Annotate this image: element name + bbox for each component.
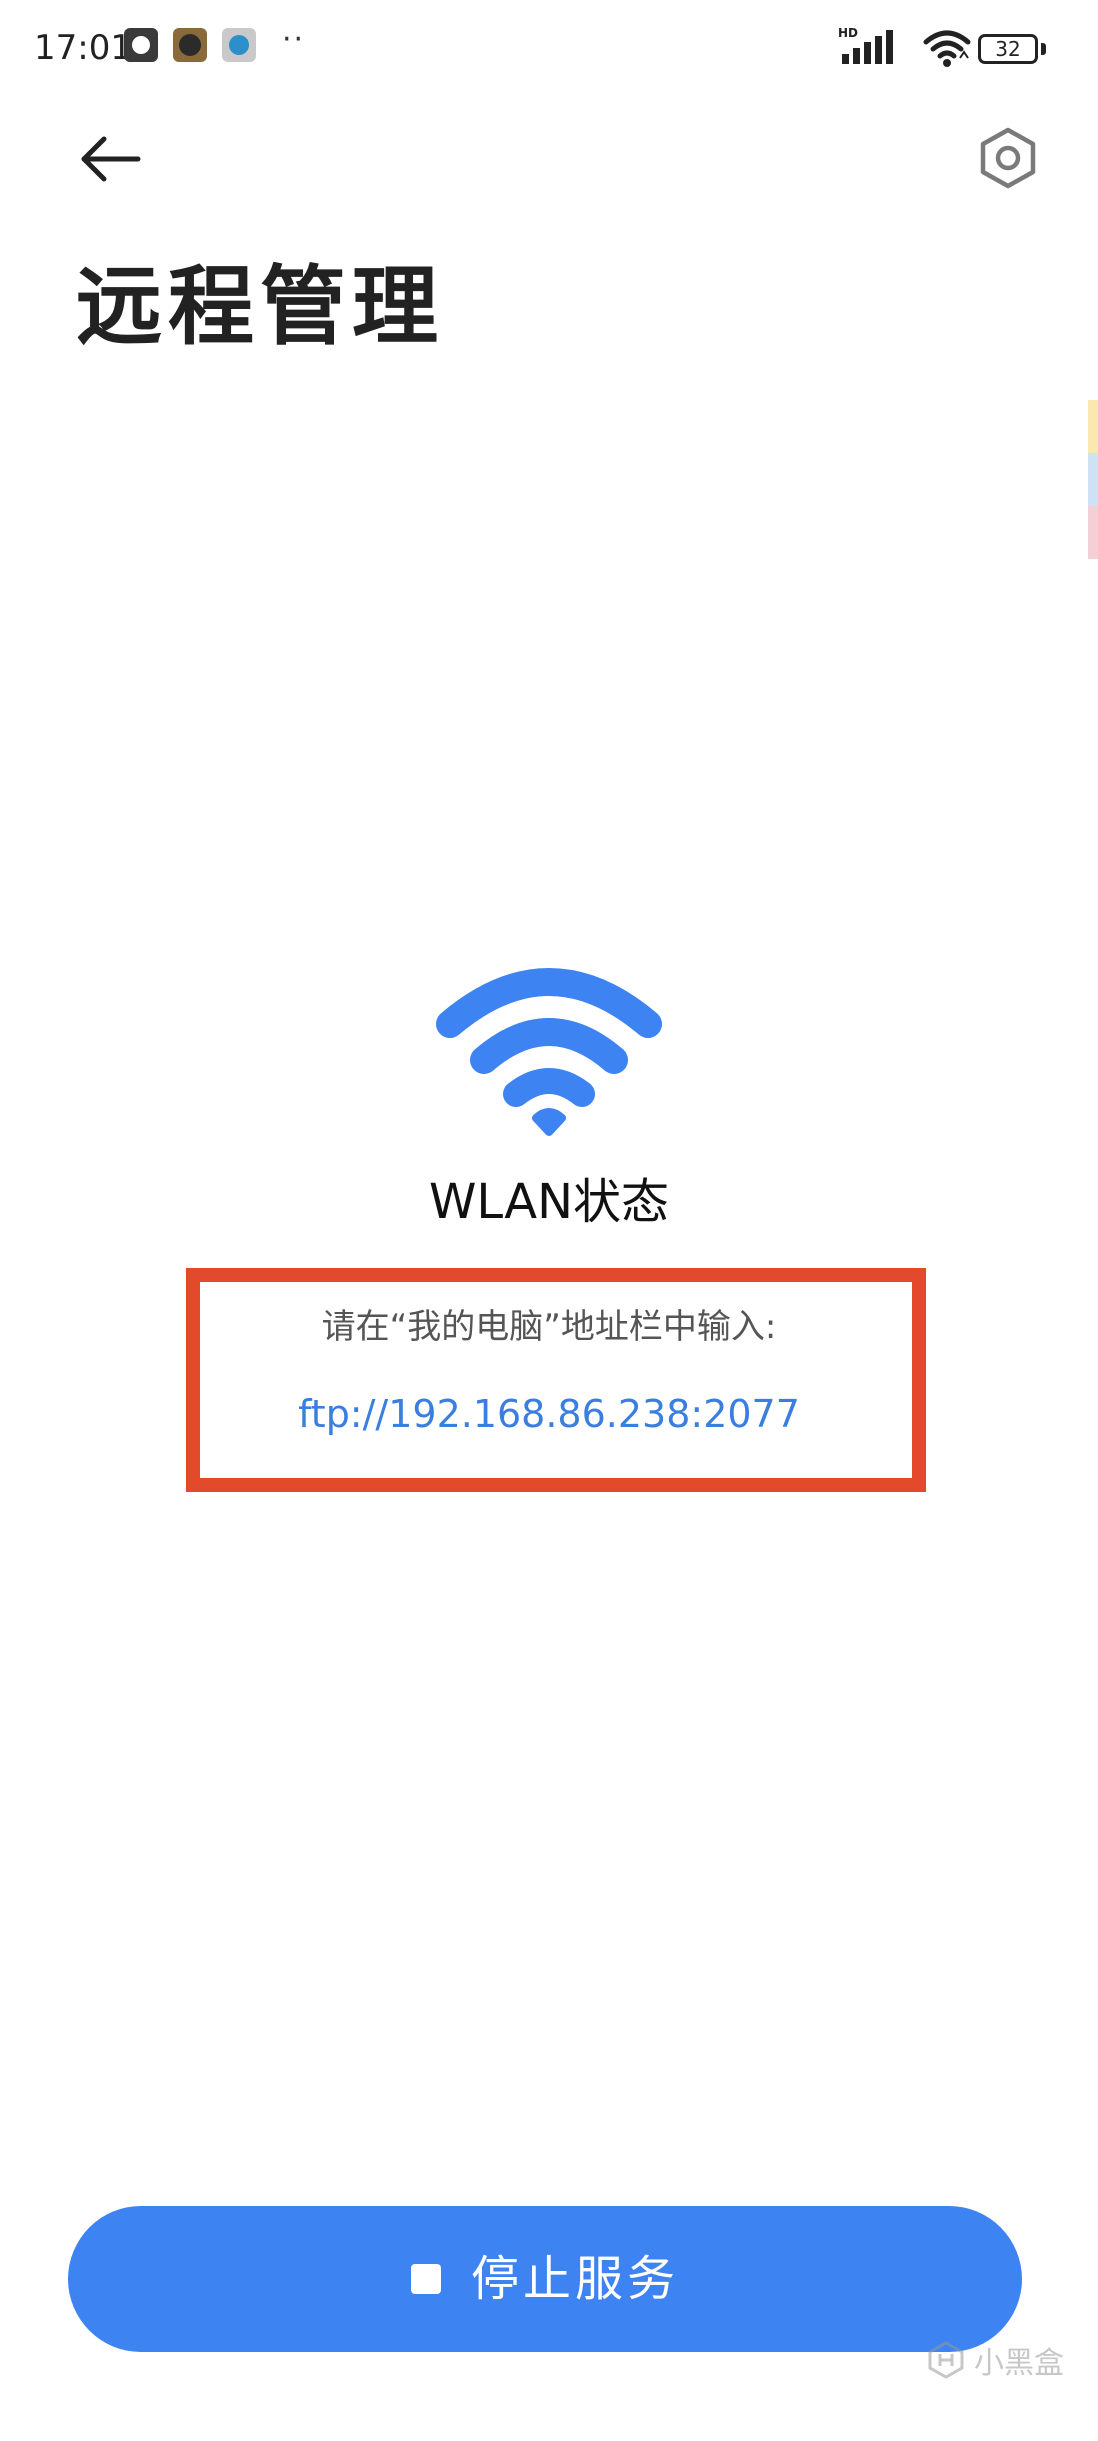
browser-notification-icon	[222, 28, 256, 62]
battery-indicator: 32	[978, 34, 1038, 64]
app-notification-icon	[173, 28, 207, 62]
stop-service-button[interactable]: 停止服务	[68, 2206, 1022, 2352]
stop-square-icon	[410, 2264, 441, 2294]
status-time: 17:01	[34, 28, 132, 68]
cellular-signal-icon: HD	[838, 26, 893, 64]
more-notifications-indicator: ··	[282, 22, 306, 57]
wlan-status-label: WLAN状态	[428, 1174, 670, 1230]
settings-button[interactable]	[968, 118, 1048, 198]
heybox-logo-icon	[928, 2341, 964, 2379]
battery-tip	[1041, 43, 1046, 55]
back-button[interactable]	[70, 124, 150, 194]
edge-accent-strip	[1088, 400, 1098, 560]
arrow-left-icon	[81, 136, 141, 182]
address-highlight-box	[186, 1268, 926, 1492]
page-title: 远程管理	[76, 257, 444, 357]
hexagon-gear-icon	[980, 127, 1036, 189]
instruction-text: 请在“我的电脑”地址栏中输入:	[321, 1307, 777, 1347]
clock-notification-icon	[124, 28, 158, 62]
watermark: 小黑盒	[926, 2330, 1064, 2390]
wifi-status-icon	[923, 30, 971, 67]
status-bar: 17:01 ·· HD 32	[0, 0, 1098, 100]
watermark-label: 小黑盒	[974, 2346, 1064, 2381]
ftp-address-link[interactable]: ftp://192.168.86.238:2077	[0, 1390, 1098, 1438]
wifi-icon	[436, 968, 662, 1136]
system-icons: HD 32	[838, 20, 1098, 80]
network-type-label: HD	[838, 26, 858, 40]
stop-service-label: 停止服务	[470, 2251, 679, 2307]
